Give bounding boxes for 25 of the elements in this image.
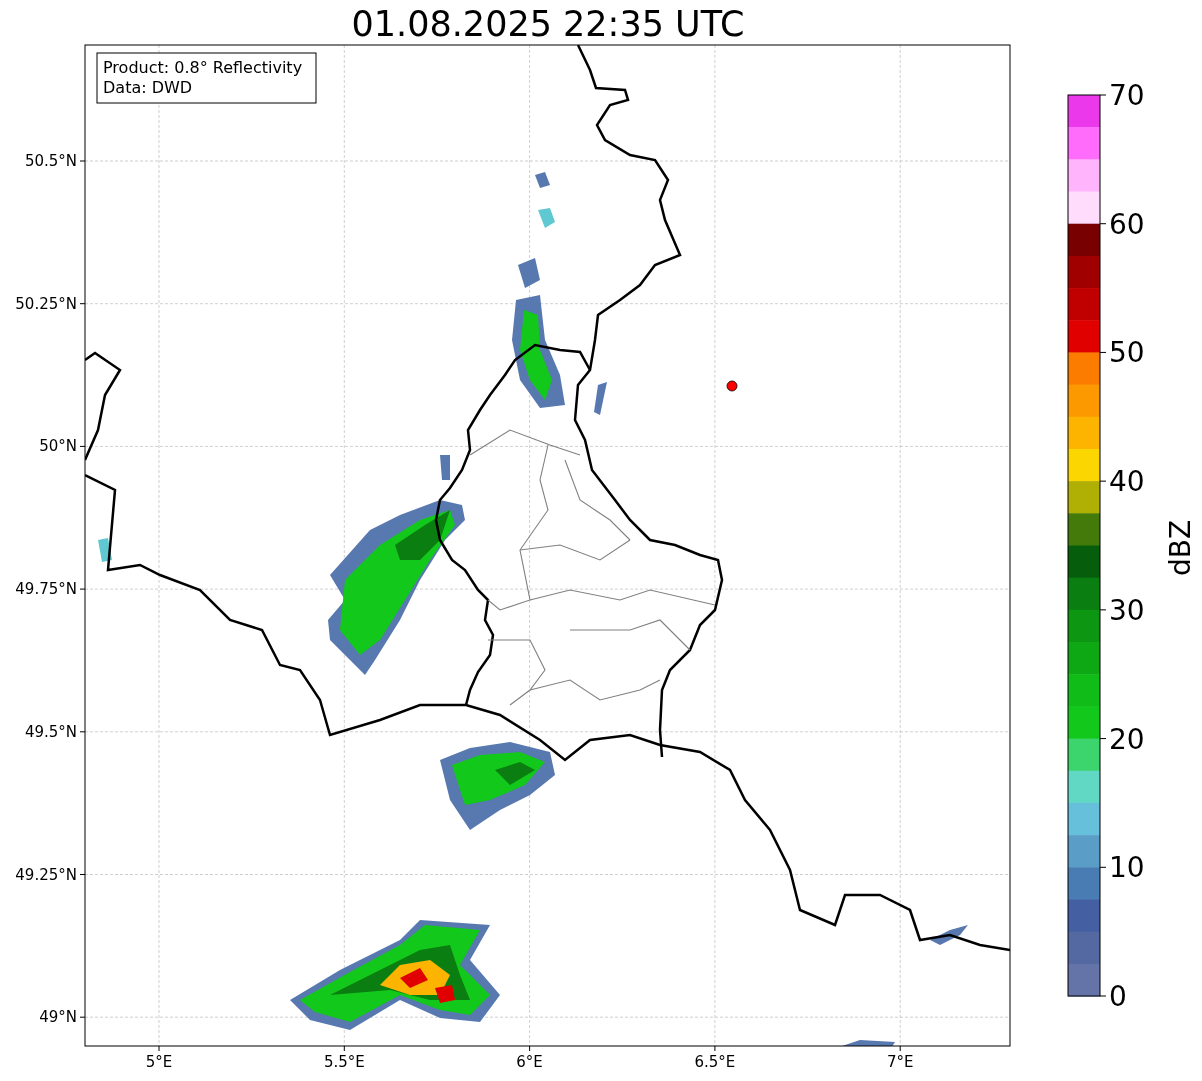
latitude-label: 49.25°N xyxy=(15,865,77,884)
latitude-label: 49.75°N xyxy=(15,580,77,599)
longitude-label: 6°E xyxy=(516,1053,543,1071)
latitude-label: 49.5°N xyxy=(24,722,77,741)
colorbar-label: 10 xyxy=(1109,851,1145,885)
colorbar-label: 20 xyxy=(1109,722,1145,756)
colorbar-label: 70 xyxy=(1109,79,1145,112)
longitude-label: 5°E xyxy=(145,1053,173,1071)
info-text: Data: DWD xyxy=(103,78,193,97)
latitude-label: 50.25°N xyxy=(15,294,77,313)
latitude-label: 50.5°N xyxy=(24,152,77,170)
colorbar-label: 0 xyxy=(1109,980,1127,1013)
longitude-label: 5.5°E xyxy=(323,1053,365,1071)
longitude-label: 7°E xyxy=(886,1053,914,1071)
location-marker xyxy=(726,380,738,392)
colorbar-label: 40 xyxy=(1109,465,1145,499)
longitude-label: 6.5°E xyxy=(694,1053,736,1071)
colorbar-label: 50 xyxy=(1109,336,1145,370)
colorbar-title: dBZ xyxy=(1164,519,1197,577)
figure-title: 01.08.2025 22:35 UTC xyxy=(351,4,745,44)
latitude-label: 50°N xyxy=(39,437,77,456)
latitude-label: 49°N xyxy=(39,1008,77,1027)
colorbar-label: 60 xyxy=(1109,207,1145,241)
info-text: Product: 0.8° Reflectivity xyxy=(103,58,303,77)
colorbar-label: 30 xyxy=(1109,593,1145,627)
